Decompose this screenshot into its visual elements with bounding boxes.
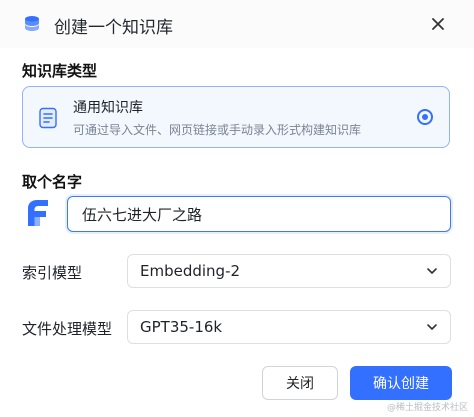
radio-selected-dot: [422, 114, 428, 120]
kb-type-radio[interactable]: [417, 109, 433, 125]
index-model-select[interactable]: Embedding-2: [127, 254, 451, 288]
index-model-value: Embedding-2: [140, 262, 241, 280]
name-label: 取个名字: [22, 173, 83, 191]
file-model-value: GPT35-16k: [140, 318, 223, 336]
chevron-down-icon: [427, 268, 437, 274]
kb-type-option-general[interactable]: 通用知识库 可通过导入文件、网页链接或手动录入形式构建知识库: [22, 86, 450, 148]
cancel-button[interactable]: 关闭: [262, 366, 338, 400]
watermark: @稀土掘金技术社区: [386, 403, 468, 413]
app-logo-icon[interactable]: [24, 198, 52, 228]
index-model-label: 索引模型: [22, 264, 83, 282]
close-icon[interactable]: [428, 14, 448, 34]
confirm-create-button[interactable]: 确认创建: [350, 366, 452, 400]
dialog-header: 创建一个知识库: [0, 0, 474, 48]
document-list-icon: [39, 107, 57, 129]
file-model-select[interactable]: GPT35-16k: [127, 310, 451, 344]
create-knowledge-base-dialog: 创建一个知识库 知识库类型 通用知识库 可通过导入文件、网页链接或手动录入形式构…: [0, 0, 474, 417]
kb-type-title: 通用知识库: [73, 100, 143, 116]
kb-type-label: 知识库类型: [22, 62, 98, 80]
kb-type-description: 可通过导入文件、网页链接或手动录入形式构建知识库: [73, 123, 362, 137]
kb-name-input[interactable]: [67, 196, 451, 232]
database-icon: [25, 16, 39, 31]
dialog-title: 创建一个知识库: [54, 18, 173, 38]
chevron-down-icon: [427, 324, 437, 330]
file-model-label: 文件处理模型: [22, 320, 113, 338]
